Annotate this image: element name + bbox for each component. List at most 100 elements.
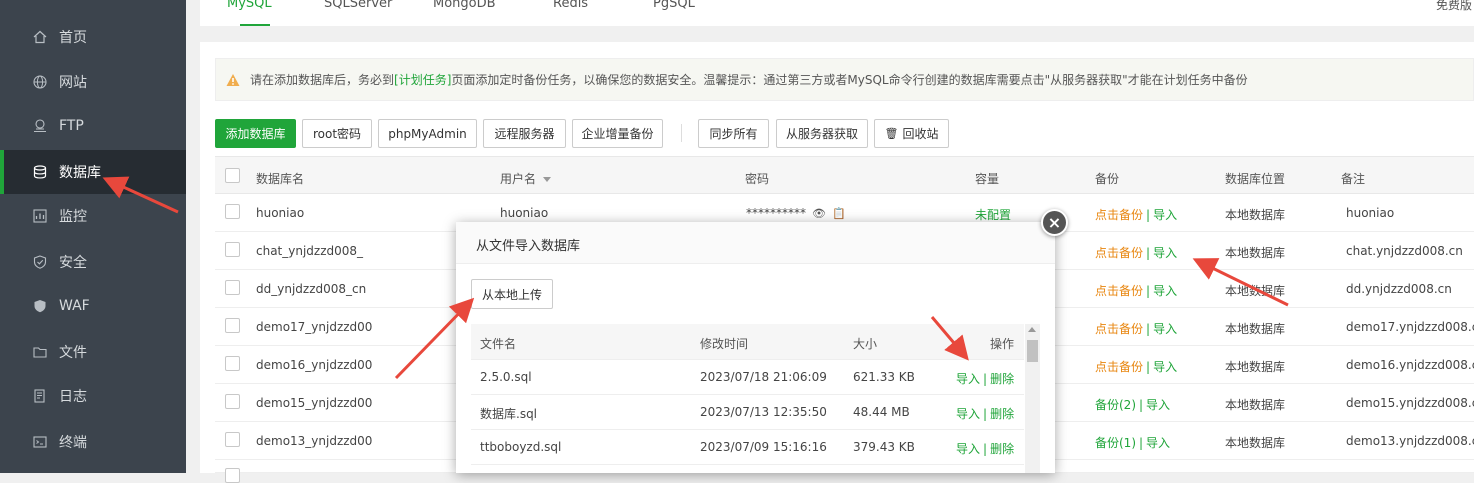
close-dialog-button[interactable]: × <box>1041 209 1068 236</box>
file-delete-link[interactable]: 删除 <box>990 442 1014 456</box>
sidebar-item-security[interactable]: 安全 <box>0 240 186 284</box>
row-checkbox[interactable] <box>225 318 240 333</box>
db-remark[interactable]: dd.ynjdzzd008.cn <box>1346 282 1452 296</box>
db-remark[interactable]: chat.ynjdzzd008.cn <box>1346 244 1463 258</box>
tab-mysql[interactable]: MySQL <box>227 0 272 11</box>
row-checkbox[interactable] <box>225 432 240 447</box>
backup-link[interactable]: 点击备份 <box>1095 208 1143 222</box>
row-checkbox[interactable] <box>225 280 240 295</box>
db-capacity[interactable]: 未配置 <box>975 206 1011 223</box>
file-name: 数据库.sql <box>480 407 538 421</box>
sidebar-item-label: 文件 <box>59 345 87 361</box>
column-header-name[interactable]: 数据库名 <box>256 170 304 187</box>
db-name[interactable]: huoniao <box>256 206 304 220</box>
sidebar-item-ftp[interactable]: FTP <box>0 104 186 148</box>
row-checkbox[interactable] <box>225 356 240 371</box>
import-link[interactable]: 导入 <box>1153 208 1177 222</box>
sync-all-button[interactable]: 同步所有 <box>698 119 769 148</box>
sidebar-item-waf[interactable]: WAF <box>0 284 186 328</box>
file-import-link[interactable]: 导入 <box>956 372 980 386</box>
version-label: 免费版 <box>1435 0 1472 12</box>
import-link[interactable]: 导入 <box>1146 436 1170 450</box>
column-header-modified: 修改时间 <box>700 337 749 351</box>
backup-link[interactable]: 点击备份 <box>1095 360 1143 374</box>
backup-link[interactable]: 备份(2) <box>1095 398 1136 412</box>
sidebar-item-files[interactable]: 文件 <box>0 330 186 374</box>
column-header-user[interactable]: 用户名 <box>500 170 551 187</box>
toolbar-divider <box>681 124 682 142</box>
tab-redis[interactable]: Redis <box>553 0 588 11</box>
db-remark[interactable]: huoniao <box>1346 206 1394 220</box>
cron-task-link[interactable]: [计划任务] <box>394 71 451 88</box>
eye-icon[interactable]: 👁 <box>812 207 826 220</box>
file-import-link[interactable]: 导入 <box>956 442 980 456</box>
backup-link[interactable]: 点击备份 <box>1095 246 1143 260</box>
file-delete-link[interactable]: 删除 <box>990 372 1014 386</box>
row-checkbox[interactable] <box>225 468 240 483</box>
import-link[interactable]: 导入 <box>1153 284 1177 298</box>
db-name[interactable]: demo15_ynjdzzd00 <box>256 396 372 410</box>
sidebar-item-logs[interactable]: 日志 <box>0 374 186 418</box>
sidebar-item-database[interactable]: 数据库 <box>0 150 186 194</box>
db-remark[interactable]: demo13.ynjdzzd008.cn <box>1346 434 1474 448</box>
recycle-bin-button[interactable]: 🗑 回收站 <box>874 119 949 148</box>
backup-link[interactable]: 点击备份 <box>1095 284 1143 298</box>
sidebar-item-home[interactable]: 首页 <box>0 15 186 59</box>
sidebar-item-label: 数据库 <box>59 165 101 181</box>
db-location: 本地数据库 <box>1225 360 1286 374</box>
db-password-cell: ********** 👁 📋 <box>746 206 846 220</box>
file-delete-link[interactable]: 删除 <box>990 407 1014 421</box>
db-name[interactable]: demo17_ynjdzzd00 <box>256 320 372 334</box>
copy-icon[interactable]: 📋 <box>832 207 846 220</box>
db-name[interactable]: demo16_ynjdzzd00 <box>256 358 372 372</box>
sidebar-item-website[interactable]: 网站 <box>0 60 186 104</box>
sidebar-item-label: 日志 <box>59 389 87 405</box>
enterprise-backup-button[interactable]: 企业增量备份 <box>572 119 663 148</box>
select-all-checkbox[interactable] <box>225 168 240 183</box>
db-remark[interactable]: demo15.ynjdzzd008.cn <box>1346 396 1474 410</box>
row-checkbox[interactable] <box>225 394 240 409</box>
tab-sqlserver[interactable]: SQLServer <box>324 0 392 11</box>
ftp-icon <box>33 119 47 133</box>
shield-icon <box>33 255 47 269</box>
row-checkbox[interactable] <box>225 204 240 219</box>
tab-mongodb[interactable]: MongoDB <box>433 0 496 11</box>
root-password-button[interactable]: root密码 <box>302 119 372 148</box>
import-link[interactable]: 导入 <box>1146 398 1170 412</box>
scrollbar-thumb[interactable] <box>1027 340 1038 362</box>
sidebar-item-label: 终端 <box>59 435 87 451</box>
import-link[interactable]: 导入 <box>1153 246 1177 260</box>
dialog-title: 从文件导入数据库 <box>476 239 581 254</box>
db-name[interactable]: demo13_ynjdzzd00 <box>256 434 372 448</box>
sidebar-item-terminal[interactable]: 终端 <box>0 420 186 464</box>
log-icon <box>33 389 47 403</box>
db-name[interactable]: dd_ynjdzzd008_cn <box>256 282 366 296</box>
fetch-from-server-button[interactable]: 从服务器获取 <box>776 119 868 148</box>
column-header-user-label: 用户名 <box>500 172 537 186</box>
upload-local-button[interactable]: 从本地上传 <box>471 279 553 309</box>
column-header-password: 密码 <box>745 172 770 186</box>
sidebar-item-monitor[interactable]: 监控 <box>0 194 186 238</box>
row-checkbox[interactable] <box>225 242 240 257</box>
import-link[interactable]: 导入 <box>1153 322 1177 336</box>
db-name[interactable]: chat_ynjdzzd008_ <box>256 244 363 258</box>
import-link[interactable]: 导入 <box>1153 360 1177 374</box>
notice-text-before: 请在添加数据库后，务必到 <box>250 73 395 87</box>
folder-icon <box>33 345 47 359</box>
file-actions: 导入 | 删除 <box>956 407 1015 421</box>
file-import-link[interactable]: 导入 <box>956 407 980 421</box>
db-remark[interactable]: demo17.ynjdzzd008.cn <box>1346 320 1474 334</box>
terminal-icon <box>33 435 47 449</box>
db-remark[interactable]: demo16.ynjdzzd008.cn <box>1346 358 1474 372</box>
backup-link[interactable]: 点击备份 <box>1095 322 1143 336</box>
backup-link[interactable]: 备份(1) <box>1095 436 1136 450</box>
phpmyadmin-button[interactable]: phpMyAdmin <box>378 119 477 148</box>
file-list-scrollbar[interactable] <box>1025 324 1040 473</box>
backup-cell: 备份(1) | 导入 <box>1095 436 1171 450</box>
tab-pgsql[interactable]: PgSQL <box>653 0 695 11</box>
file-size: 379.43 KB <box>853 440 915 454</box>
remote-server-button[interactable]: 远程服务器 <box>483 119 566 148</box>
scroll-up-arrow-icon[interactable] <box>1028 327 1036 332</box>
add-database-button[interactable]: 添加数据库 <box>215 119 296 148</box>
sidebar-item-label: FTP <box>59 118 84 134</box>
